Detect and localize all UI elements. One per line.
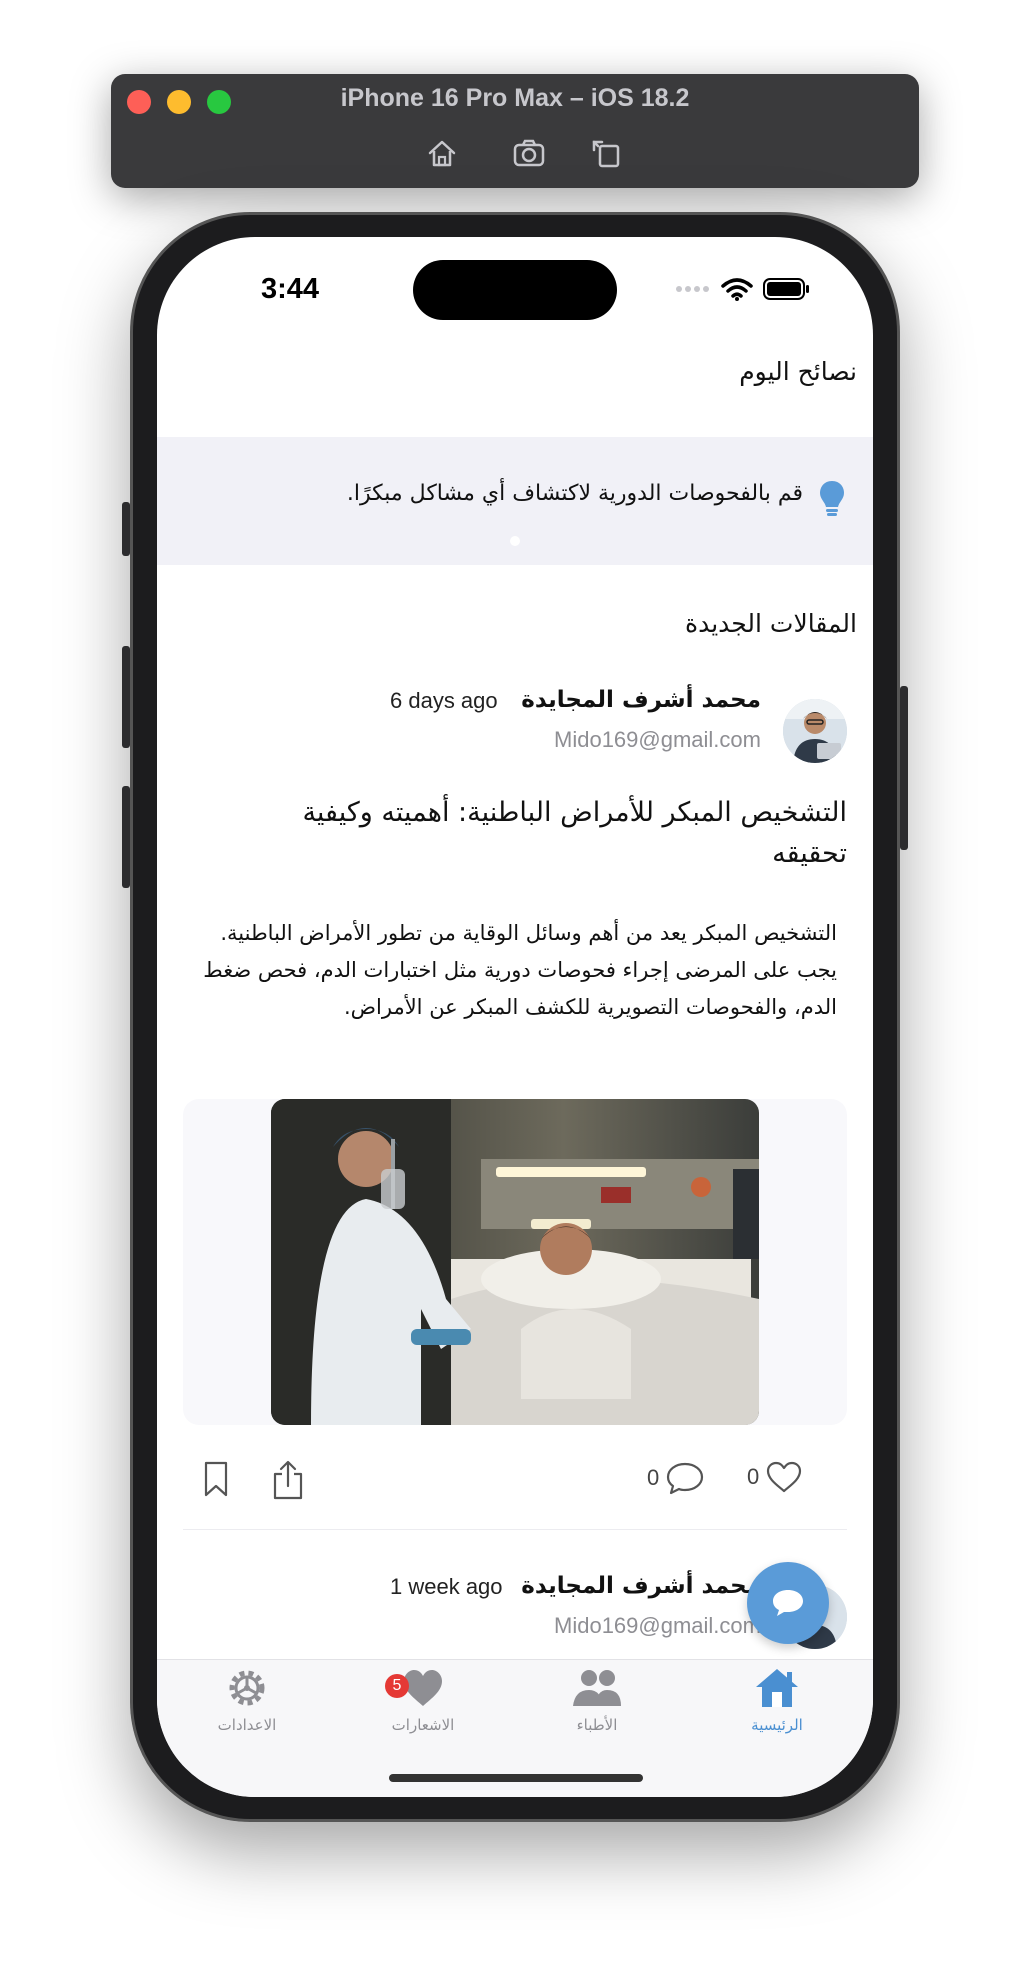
screenshot-button[interactable] — [510, 134, 548, 172]
home-indicator — [389, 1774, 643, 1782]
tab-doctors[interactable]: الأطباء — [537, 1666, 657, 1734]
tab-home-label: الرئيسية — [751, 1716, 803, 1734]
author-email: Mido169@gmail.com — [554, 727, 761, 752]
home-button[interactable] — [423, 134, 461, 172]
tip-text: قم بالفحوصات الدورية لاكتشاف أي مشاكل مب… — [346, 481, 803, 506]
heart-icon — [767, 1461, 802, 1493]
tip-carousel[interactable]: قم بالفحوصات الدورية لاكتشاف أي مشاكل مب… — [157, 437, 873, 565]
post-divider — [183, 1529, 847, 1530]
status-icons — [675, 277, 811, 301]
dynamic-island — [413, 260, 617, 320]
share-icon — [273, 1460, 303, 1500]
volume-down-button — [122, 786, 130, 888]
power-button — [900, 686, 908, 850]
author-email: Mido169@gmail.com — [554, 1613, 761, 1638]
tab-doctors-label: الأطباء — [576, 1716, 618, 1734]
battery-icon — [763, 278, 809, 300]
wifi-icon — [721, 278, 753, 301]
like-button[interactable]: 0 — [747, 1460, 803, 1494]
likes-count: 0 — [747, 1464, 760, 1489]
post-time: 6 days ago — [390, 688, 498, 713]
articles-section-title: المقالات الجديدة — [684, 609, 857, 638]
home-icon — [756, 1669, 798, 1707]
simulator-title: iPhone 16 Pro Max – iOS 18.2 — [340, 84, 690, 112]
article-media[interactable] — [183, 1099, 847, 1425]
rotate-button[interactable] — [588, 134, 626, 172]
phone-screen: 3:44 نصائح اليوم قم بالفحوصات الدورية لا… — [157, 237, 873, 1797]
chat-bubble-icon — [773, 1590, 803, 1616]
author-name[interactable]: محمد أشرف المجايدة — [521, 687, 761, 713]
tab-notifications[interactable]: 5 الاشعارات — [363, 1666, 483, 1734]
simulator-toolbar: iPhone 16 Pro Max – iOS 18.2 — [111, 74, 919, 188]
article-image — [271, 1099, 759, 1425]
action-button — [122, 502, 130, 556]
lightbulb-icon — [817, 479, 847, 523]
tab-home[interactable]: الرئيسية — [717, 1666, 837, 1734]
bookmark-icon — [204, 1461, 228, 1497]
people-icon — [573, 1670, 621, 1706]
tab-notifications-label: الاشعارات — [391, 1716, 455, 1734]
status-time: 3:44 — [261, 273, 320, 305]
volume-up-button — [122, 646, 130, 748]
share-button[interactable] — [271, 1460, 305, 1500]
tab-settings[interactable]: الاعدادات — [187, 1666, 307, 1734]
comments-count: 0 — [647, 1465, 660, 1490]
signal-dots-icon — [676, 286, 709, 292]
author-name[interactable]: محمد أشرف المجايدة — [521, 1573, 761, 1599]
post-time: 1 week ago — [390, 1574, 503, 1599]
chat-fab-button[interactable] — [747, 1562, 829, 1644]
gear-icon — [229, 1670, 265, 1706]
comment-bubble-icon — [667, 1462, 704, 1495]
rotate-icon — [592, 140, 620, 168]
carousel-page-dot — [510, 536, 520, 546]
article-body: التشخيص المبكر يعد من أهم وسائل الوقاية … — [203, 921, 837, 1019]
home-outline-icon — [428, 140, 456, 167]
bookmark-button[interactable] — [203, 1460, 229, 1498]
tips-section-title: نصائح اليوم — [739, 357, 857, 386]
camera-icon — [513, 139, 545, 167]
author-avatar[interactable] — [783, 699, 847, 763]
article-title[interactable]: التشخيص المبكر للأمراض الباطنية: أهميته … — [287, 792, 847, 874]
comments-button[interactable]: 0 — [647, 1460, 705, 1496]
notifications-badge: 5 — [385, 1674, 409, 1698]
tab-settings-label: الاعدادات — [217, 1716, 277, 1734]
